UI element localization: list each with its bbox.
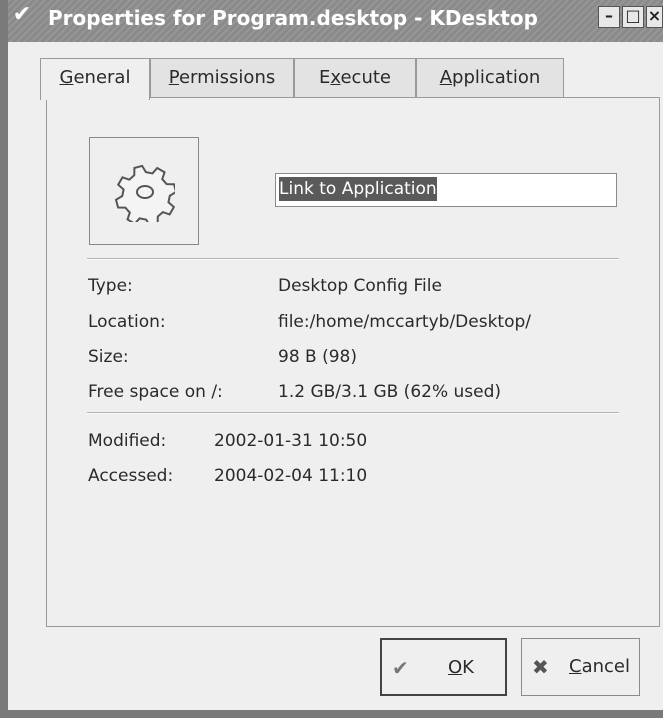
free-space-label: Free space on /: — [88, 382, 223, 402]
location-value: file:/home/mccartyb/Desktop/ — [278, 312, 532, 332]
general-panel: Link to Application Type: Desktop Config… — [46, 97, 660, 627]
tab-permissions-mnemonic: P — [168, 67, 179, 88]
tab-permissions[interactable]: Permissions — [150, 58, 294, 98]
properties-window: ✔ Properties for Program.desktop - KDesk… — [0, 0, 663, 718]
cancel-label: Cancel — [569, 639, 630, 695]
title-bar[interactable]: ✔ Properties for Program.desktop - KDesk… — [8, 0, 663, 42]
size-value: 98 B (98) — [278, 347, 357, 367]
ok-label-rest: K — [462, 657, 474, 678]
cancel-mnemonic: C — [569, 656, 582, 677]
tab-general[interactable]: General — [40, 58, 150, 100]
free-space-value: 1.2 GB/3.1 GB (62% used) — [278, 382, 502, 402]
size-label: Size: — [88, 347, 129, 367]
cancel-button[interactable]: ✖ Cancel — [521, 638, 640, 696]
ok-mnemonic: O — [448, 657, 463, 678]
checkmark-icon: ✔ — [392, 656, 409, 680]
tab-execute-mnemonic: x — [330, 67, 341, 88]
tab-general-label: eneral — [73, 67, 131, 88]
location-label: Location: — [88, 312, 166, 332]
modified-label: Modified: — [88, 431, 167, 451]
ok-label: OK — [448, 640, 474, 696]
tab-application-mnemonic: A — [439, 67, 453, 88]
name-input-value: Link to Application — [279, 177, 437, 201]
tab-application-label: pplication — [452, 67, 541, 88]
ok-button[interactable]: ✔ OK — [380, 638, 507, 696]
tab-execute-label: ecute — [340, 67, 391, 88]
icon-button[interactable] — [89, 137, 199, 245]
tab-application[interactable]: Application — [416, 58, 564, 98]
minimize-icon[interactable]: – — [598, 6, 620, 28]
tab-permissions-label: ermissions — [178, 67, 276, 88]
type-label: Type: — [88, 276, 133, 296]
modified-value: 2002-01-31 10:50 — [214, 431, 368, 451]
maximize-icon[interactable]: □ — [622, 6, 644, 28]
close-icon[interactable]: × — [646, 6, 663, 28]
accessed-value: 2004-02-04 11:10 — [214, 466, 368, 486]
gear-icon — [115, 164, 175, 222]
window-menu-chevron-icon[interactable]: ✔ — [10, 4, 34, 28]
window-bottom-border — [8, 710, 663, 718]
separator — [87, 258, 619, 260]
accessed-label: Accessed: — [88, 466, 174, 486]
type-value: Desktop Config File — [278, 276, 442, 296]
cancel-label-rest: ancel — [581, 656, 630, 677]
tab-execute[interactable]: Execute — [294, 58, 416, 98]
tab-execute-prefix: E — [319, 67, 331, 88]
name-input[interactable]: Link to Application — [275, 173, 617, 207]
tab-general-mnemonic: G — [59, 67, 74, 88]
window-title: Properties for Program.desktop - KDeskto… — [48, 6, 538, 30]
cancel-x-icon: ✖ — [532, 655, 549, 679]
separator — [87, 412, 619, 414]
